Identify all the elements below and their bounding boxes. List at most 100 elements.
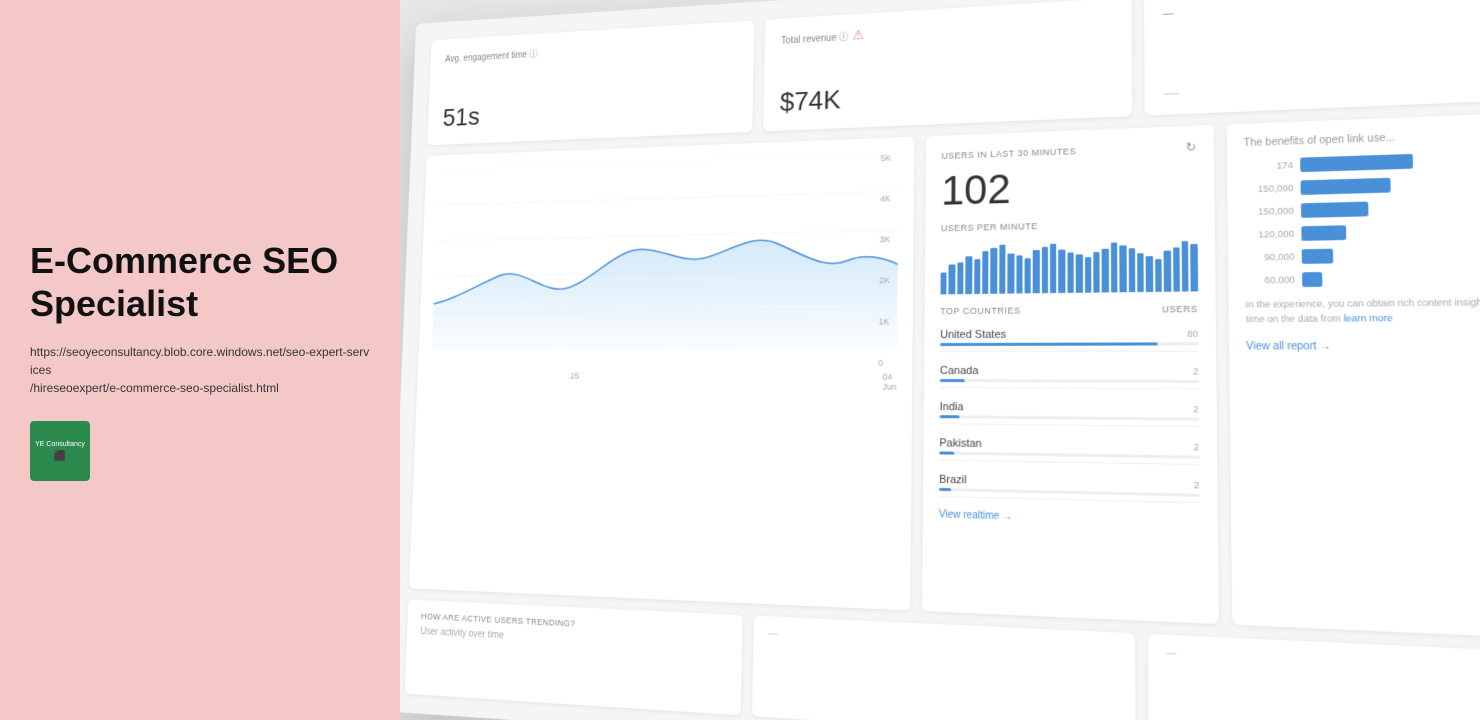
mini-bar-chart [940, 240, 1197, 295]
h-bar-1 [1300, 154, 1413, 172]
country-br: Brazil 2 [939, 469, 1200, 504]
bar-29 [1182, 241, 1189, 292]
h-bar-row-6: 60,000 [1245, 269, 1480, 288]
users-per-min-label: USERS PER MINUTE [941, 217, 1197, 233]
bar-21 [1111, 242, 1118, 292]
country-value-ca: 2 [1193, 366, 1199, 376]
bar-13 [1042, 247, 1049, 293]
country-in: India 2 [940, 396, 1199, 427]
realtime-card: USERS IN LAST 30 MINUTES ↻ 102 USERS PER… [922, 125, 1218, 624]
bar-15 [1059, 249, 1066, 293]
y-labels: 5K 4K 3K 2K 1K 0 [878, 153, 891, 368]
bar-23 [1128, 248, 1135, 292]
country-name-ca: Canada [940, 365, 979, 377]
realtime-big-number: 102 [941, 162, 1197, 212]
country-bar-us [940, 342, 1158, 346]
bar-17 [1076, 254, 1083, 293]
country-name-pk: Pakistan [939, 437, 981, 450]
bar-2 [949, 264, 956, 294]
h-bar-4 [1301, 225, 1346, 241]
view-all-link[interactable]: View all report → [1246, 340, 1480, 353]
country-value-us: 80 [1187, 329, 1198, 339]
revenue-label: Total revenue ⓘ ⚠ [781, 12, 1114, 48]
bar-18 [1085, 257, 1092, 293]
bar-16 [1067, 252, 1074, 293]
line-chart [432, 153, 899, 349]
bar-7 [991, 248, 998, 294]
h-bar-3 [1300, 202, 1368, 218]
bar-5 [974, 259, 981, 294]
page-url: https://seoyeconsultancy.blob.core.windo… [30, 343, 370, 397]
country-pk: Pakistan 2 [939, 432, 1199, 465]
metric-placeholder: — — [1144, 0, 1480, 116]
realtime-title: USERS IN LAST 30 MINUTES [941, 146, 1076, 161]
realtime-header: USERS IN LAST 30 MINUTES ↻ [941, 140, 1196, 163]
metric-revenue: Total revenue ⓘ ⚠ $74K [763, 0, 1133, 131]
bar-25 [1146, 256, 1153, 292]
bar-1 [940, 273, 946, 295]
h-bar-6 [1302, 272, 1322, 287]
bar-30 [1191, 244, 1198, 292]
country-bar-in [940, 415, 960, 418]
bar-6 [982, 251, 989, 294]
country-name-in: India [940, 401, 964, 413]
bar-14 [1050, 244, 1057, 293]
logo-icon: ⬛ [54, 451, 66, 462]
bar-22 [1120, 245, 1127, 292]
info-panel: The benefits of open link use... 174 150… [1226, 111, 1480, 641]
dashboard: Avg. engagement time ⓘ 51s Total revenue… [400, 0, 1480, 720]
bar-3 [957, 262, 964, 294]
engagement-value: 51s [442, 90, 736, 133]
h-bar-row-1: 174 [1244, 149, 1480, 174]
country-name-us: United States [940, 329, 1006, 341]
top-countries-header: TOP COUNTRIES USERS [940, 304, 1198, 316]
bar-19 [1093, 251, 1100, 292]
metric-engagement: Avg. engagement time ⓘ 51s [427, 20, 754, 145]
country-us: United States 80 [940, 323, 1198, 353]
logo[interactable]: YE Consultancy ⬛ [30, 421, 90, 481]
bar-20 [1102, 248, 1109, 292]
warning-icon: ⚠ [852, 27, 864, 44]
left-panel: E-Commerce SEO Specialist https://seoyec… [0, 0, 400, 720]
country-value-pk: 2 [1194, 442, 1200, 453]
info-title: The benefits of open link use... [1244, 127, 1480, 150]
right-panel: Avg. engagement time ⓘ 51s Total revenue… [400, 0, 1480, 720]
chart-area: 5K 4K 3K 2K 1K 0 [431, 153, 899, 368]
country-name-br: Brazil [939, 474, 967, 487]
country-bar-container-ca [940, 379, 1199, 383]
bar-10 [1016, 255, 1023, 293]
country-value-br: 2 [1194, 480, 1200, 491]
logo-text: YE Consultancy [35, 440, 85, 449]
h-bar-5 [1301, 249, 1333, 264]
bar-27 [1164, 250, 1171, 292]
x-labels: 25 04Jun [430, 367, 896, 392]
country-bar-ca [940, 379, 965, 382]
bar-11 [1024, 258, 1031, 293]
country-bar-container-us [940, 342, 1198, 346]
bar-12 [1033, 250, 1040, 294]
bar-8 [999, 245, 1006, 294]
country-ca: Canada 2 [940, 360, 1199, 389]
h-bar-row-2: 150,000 [1244, 173, 1480, 197]
bar-9 [1007, 253, 1014, 294]
main-content: 5K 4K 3K 2K 1K 0 [409, 111, 1480, 641]
bottom-card-trending: HOW ARE ACTIVE USERS TRENDING? User acti… [405, 600, 743, 716]
bar-4 [965, 256, 972, 294]
h-bar-row-5: 90,000 [1245, 245, 1480, 265]
h-bar-chart: 174 150,000 150,000 120,000 [1244, 149, 1480, 288]
country-bar-br [939, 488, 951, 491]
country-bar-pk [939, 451, 954, 454]
view-realtime-link[interactable]: View realtime → [939, 509, 1200, 528]
bottom-card-2: — [752, 616, 1136, 720]
learn-more-link[interactable]: learn more [1343, 312, 1392, 323]
country-value-in: 2 [1193, 404, 1199, 415]
h-bar-2 [1300, 178, 1390, 195]
chart-card: 5K 4K 3K 2K 1K 0 [409, 137, 915, 611]
bottom-card-3: — [1148, 634, 1480, 720]
engagement-label: Avg. engagement time ⓘ [445, 34, 738, 64]
h-bar-row-3: 150,000 [1244, 197, 1480, 219]
revenue-value: $74K [780, 71, 1114, 117]
bar-28 [1173, 247, 1180, 292]
h-bar-row-4: 120,000 [1245, 221, 1480, 242]
refresh-icon[interactable]: ↻ [1186, 140, 1197, 155]
